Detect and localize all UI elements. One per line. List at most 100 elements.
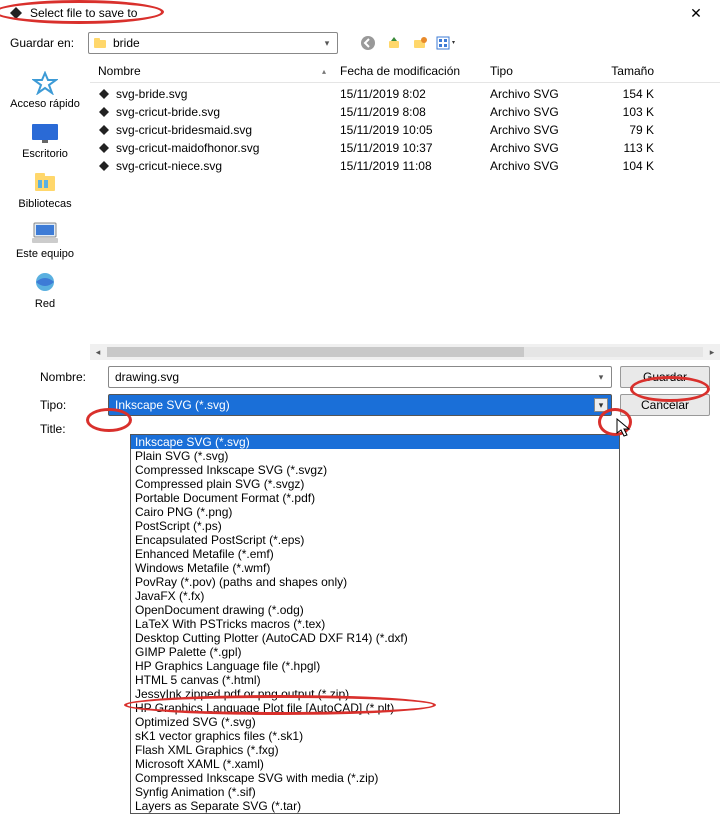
col-name[interactable]: Nombre▴: [90, 64, 340, 78]
scroll-left-button[interactable]: ◂: [90, 344, 106, 360]
libraries-icon: [29, 170, 61, 196]
place-quick-access[interactable]: Acceso rápido: [0, 70, 90, 110]
filetype-option[interactable]: PostScript (*.ps): [131, 519, 619, 533]
file-name: svg-bride.svg: [116, 87, 187, 101]
filetype-option[interactable]: Enhanced Metafile (*.emf): [131, 547, 619, 561]
filetype-select[interactable]: Inkscape SVG (*.svg) ▾: [108, 394, 612, 416]
file-type: Archivo SVG: [490, 159, 590, 173]
cancel-button[interactable]: Cancelar: [620, 394, 710, 416]
scroll-thumb[interactable]: [107, 347, 524, 357]
place-libraries[interactable]: Bibliotecas: [0, 170, 90, 210]
close-button[interactable]: ✕: [680, 5, 712, 22]
save-dialog: Select file to save to ✕ Guardar en: bri…: [0, 0, 720, 800]
desktop-icon: [29, 120, 61, 146]
file-row[interactable]: svg-cricut-maidofhonor.svg15/11/2019 10:…: [90, 139, 720, 157]
col-type[interactable]: Tipo: [490, 64, 590, 78]
view-menu-button[interactable]: [436, 33, 456, 53]
body: Acceso rápido Escritorio Bibliotecas Est…: [0, 60, 720, 360]
filetype-option[interactable]: Desktop Cutting Plotter (AutoCAD DXF R14…: [131, 631, 619, 645]
filetype-option[interactable]: JavaFX (*.fx): [131, 589, 619, 603]
file-type: Archivo SVG: [490, 105, 590, 119]
filetype-option[interactable]: Portable Document Format (*.pdf): [131, 491, 619, 505]
scroll-right-button[interactable]: ▸: [704, 344, 720, 360]
chevron-down-icon: ▾: [320, 36, 334, 50]
star-icon: [29, 70, 61, 96]
filetype-option[interactable]: Windows Metafile (*.wmf): [131, 561, 619, 575]
new-folder-button[interactable]: [410, 33, 430, 53]
toolbar: Guardar en: bride ▾: [0, 26, 720, 60]
filetype-option[interactable]: HTML 5 canvas (*.html): [131, 673, 619, 687]
place-label: Escritorio: [0, 148, 90, 160]
file-row[interactable]: svg-bride.svg 15/11/2019 8:02Archivo SVG1…: [90, 85, 720, 103]
filetype-option[interactable]: Compressed Inkscape SVG (*.svgz): [131, 463, 619, 477]
filetype-option[interactable]: PovRay (*.pov) (paths and shapes only): [131, 575, 619, 589]
file-size: 79 K: [590, 123, 660, 137]
title-label: Title:: [10, 422, 100, 436]
nav-toolbar: [358, 33, 456, 53]
file-date: 15/11/2019 11:08: [340, 159, 490, 173]
file-size: 103 K: [590, 105, 660, 119]
place-network[interactable]: Red: [0, 270, 90, 310]
file-type: Archivo SVG: [490, 123, 590, 137]
network-icon: [29, 270, 61, 296]
filetype-option[interactable]: OpenDocument drawing (*.odg): [131, 603, 619, 617]
filetype-value: Inkscape SVG (*.svg): [115, 398, 230, 412]
file-list: svg-bride.svg15/11/2019 8:02Archivo SVG1…: [90, 83, 720, 175]
file-date: 15/11/2019 8:02: [340, 87, 490, 101]
filetype-option[interactable]: JessyInk zipped pdf or png output (*.zip…: [131, 687, 619, 701]
file-row[interactable]: svg-cricut-bridesmaid.svg15/11/2019 10:0…: [90, 121, 720, 139]
place-desktop[interactable]: Escritorio: [0, 120, 90, 160]
file-size: 104 K: [590, 159, 660, 173]
file-icon: [98, 124, 110, 136]
filetype-option[interactable]: Layers as Separate SVG (*.tar): [131, 799, 619, 813]
scroll-track[interactable]: [107, 347, 703, 357]
file-size: 154 K: [590, 87, 660, 101]
folder-combo[interactable]: bride ▾: [88, 32, 338, 54]
filetype-option[interactable]: GIMP Palette (*.gpl): [131, 645, 619, 659]
col-date[interactable]: Fecha de modificación: [340, 64, 490, 78]
horizontal-scrollbar[interactable]: ◂ ▸: [90, 344, 720, 360]
file-icon: [98, 142, 110, 154]
place-label: Este equipo: [0, 248, 90, 260]
filetype-option[interactable]: Flash XML Graphics (*.fxg): [131, 743, 619, 757]
filetype-option[interactable]: LaTeX With PSTricks macros (*.tex): [131, 617, 619, 631]
filetype-option[interactable]: HP Graphics Language file (*.hpgl): [131, 659, 619, 673]
app-icon: [8, 5, 24, 21]
filetype-option[interactable]: Encapsulated PostScript (*.eps): [131, 533, 619, 547]
col-size[interactable]: Tamaño: [590, 64, 660, 78]
file-row[interactable]: svg-cricut-bride.svg 15/11/2019 8:08Archi…: [90, 103, 720, 121]
file-date: 15/11/2019 10:37: [340, 141, 490, 155]
folder-icon: [93, 36, 107, 50]
titlebar: Select file to save to ✕: [0, 0, 720, 26]
filename-input[interactable]: drawing.svg ▾: [108, 366, 612, 388]
place-label: Bibliotecas: [0, 198, 90, 210]
back-button[interactable]: [358, 33, 378, 53]
column-headers[interactable]: Nombre▴ Fecha de modificación Tipo Tamañ…: [90, 60, 720, 83]
file-name: svg-cricut-bride.svg: [116, 105, 220, 119]
chevron-down-icon[interactable]: ▾: [594, 370, 608, 384]
filetype-option[interactable]: Microsoft XAML (*.xaml): [131, 757, 619, 771]
filetype-option[interactable]: Compressed Inkscape SVG with media (*.zi…: [131, 771, 619, 785]
chevron-down-icon[interactable]: ▾: [594, 398, 608, 412]
filetype-option[interactable]: Compressed plain SVG (*.svgz): [131, 477, 619, 491]
places-bar: Acceso rápido Escritorio Bibliotecas Est…: [0, 60, 90, 360]
file-name: svg-cricut-niece.svg: [116, 159, 222, 173]
filetype-option[interactable]: Optimized SVG (*.svg): [131, 715, 619, 729]
filetype-dropdown[interactable]: Inkscape SVG (*.svg)Plain SVG (*.svg)Com…: [130, 434, 620, 814]
filetype-option[interactable]: Inkscape SVG (*.svg): [131, 435, 619, 449]
file-type: Archivo SVG: [490, 87, 590, 101]
file-icon: [98, 160, 110, 172]
filetype-option[interactable]: sK1 vector graphics files (*.sk1): [131, 729, 619, 743]
up-button[interactable]: [384, 33, 404, 53]
file-icon: [98, 106, 110, 118]
filename-value: drawing.svg: [115, 370, 179, 384]
save-button[interactable]: Guardar: [620, 366, 710, 388]
file-date: 15/11/2019 8:08: [340, 105, 490, 119]
file-name: svg-cricut-bridesmaid.svg: [116, 123, 252, 137]
filetype-option[interactable]: HP Graphics Language Plot file [AutoCAD]…: [131, 701, 619, 715]
filetype-option[interactable]: Cairo PNG (*.png): [131, 505, 619, 519]
filetype-option[interactable]: Plain SVG (*.svg): [131, 449, 619, 463]
filetype-option[interactable]: Synfig Animation (*.sif): [131, 785, 619, 799]
file-row[interactable]: svg-cricut-niece.svg 15/11/2019 11:08Arch…: [90, 157, 720, 175]
place-this-pc[interactable]: Este equipo: [0, 220, 90, 260]
